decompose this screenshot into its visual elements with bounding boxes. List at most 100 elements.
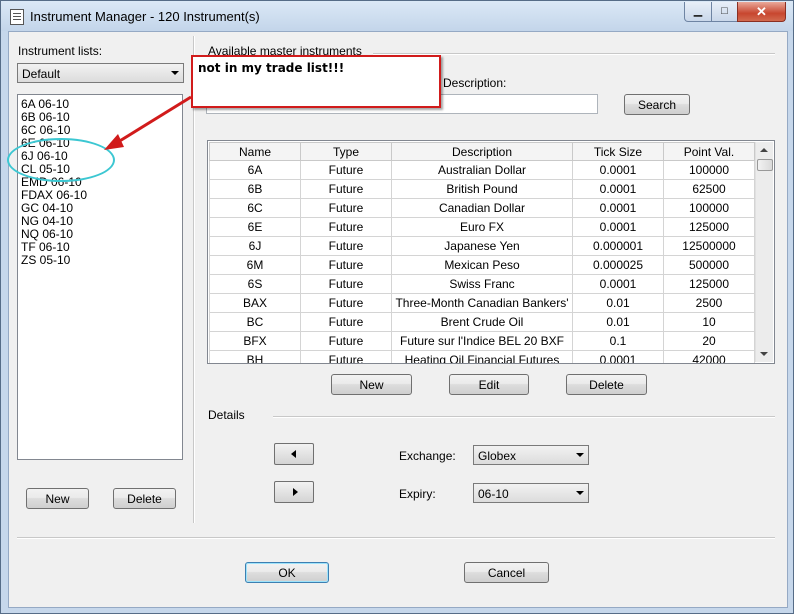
- details-group-line: [273, 416, 775, 418]
- dialog-client-area: Instrument lists: Default 6A 06-10 6B 06-…: [8, 31, 788, 608]
- column-header[interactable]: Type: [300, 142, 392, 161]
- instrument-list-value: Default: [22, 67, 61, 81]
- table-row[interactable]: BFX Future Future sur l'Indice BEL 20 BXF 0…: [209, 331, 755, 351]
- table-cell: 100000: [663, 160, 755, 180]
- table-cell: Mexican Peso: [391, 255, 573, 275]
- table-row[interactable]: 6E Future Euro FX 0.0001 125000: [209, 217, 755, 237]
- table-cell: 0.0001: [572, 179, 664, 199]
- close-button[interactable]: ✕: [737, 2, 786, 22]
- table-cell: 6C: [209, 198, 301, 218]
- table-row[interactable]: 6J Future Japanese Yen 0.000001 12500000: [209, 236, 755, 256]
- column-header[interactable]: Description: [391, 142, 573, 161]
- table-row[interactable]: 6S Future Swiss Franc 0.0001 125000: [209, 274, 755, 294]
- table-cell: 500000: [663, 255, 755, 275]
- table-cell: British Pound: [391, 179, 573, 199]
- table-cell: BAX: [209, 293, 301, 313]
- table-cell: Swiss Franc: [391, 274, 573, 294]
- table-cell: 0.000025: [572, 255, 664, 275]
- cancel-button[interactable]: Cancel: [464, 562, 549, 583]
- table-cell: Future sur l'Indice BEL 20 BXF: [391, 331, 573, 351]
- table-cell: Future: [300, 331, 392, 351]
- table-row[interactable]: 6M Future Mexican Peso 0.000025 500000: [209, 255, 755, 275]
- search-button[interactable]: Search: [624, 94, 690, 115]
- table-cell: 125000: [663, 217, 755, 237]
- table-cell: BH: [209, 350, 301, 363]
- arrow-right-icon: [293, 488, 298, 496]
- grid-scrollbar[interactable]: [755, 142, 773, 362]
- master-edit-button[interactable]: Edit: [449, 374, 529, 395]
- table-cell: 42000: [663, 350, 755, 363]
- instrument-list-select[interactable]: Default: [17, 63, 184, 83]
- table-cell: 2500: [663, 293, 755, 313]
- table-cell: 12500000: [663, 236, 755, 256]
- table-cell: 0.0001: [572, 350, 664, 363]
- table-cell: Future: [300, 236, 392, 256]
- details-group-label: Details: [208, 408, 245, 422]
- exchange-value: Globex: [478, 449, 517, 463]
- footer-divider: [17, 537, 775, 539]
- table-cell: Euro FX: [391, 217, 573, 237]
- table-row[interactable]: 6C Future Canadian Dollar 0.0001 100000: [209, 198, 755, 218]
- table-cell: 10: [663, 312, 755, 332]
- table-cell: Future: [300, 198, 392, 218]
- table-cell: Canadian Dollar: [391, 198, 573, 218]
- table-cell: 0.01: [572, 312, 664, 332]
- highlight-ellipse: [7, 138, 115, 182]
- column-header[interactable]: Tick Size: [572, 142, 664, 161]
- table-row[interactable]: 6B Future British Pound 0.0001 62500: [209, 179, 755, 199]
- next-button[interactable]: [274, 481, 314, 503]
- table-cell: 0.0001: [572, 198, 664, 218]
- window-title: Instrument Manager - 120 Instrument(s): [30, 9, 260, 24]
- table-cell: Heating Oil Financial Futures: [391, 350, 573, 363]
- scroll-down-icon[interactable]: [760, 352, 768, 356]
- scroll-thumb[interactable]: [757, 159, 773, 171]
- table-cell: Future: [300, 274, 392, 294]
- table-cell: 125000: [663, 274, 755, 294]
- table-cell: 100000: [663, 198, 755, 218]
- app-icon: [10, 9, 24, 25]
- annotation-callout: not in my trade list!!!: [191, 55, 441, 108]
- ok-button[interactable]: OK: [245, 562, 329, 583]
- table-row[interactable]: 6A Future Australian Dollar 0.0001 100000: [209, 160, 755, 180]
- table-cell: 6B: [209, 179, 301, 199]
- table-row[interactable]: BAX Future Three-Month Canadian Bankers' 0.…: [209, 293, 755, 313]
- table-cell: 0.1: [572, 331, 664, 351]
- instruments-grid[interactable]: Name Type Description Tick Size Point Val. 6…: [207, 140, 775, 364]
- table-cell: 6E: [209, 217, 301, 237]
- master-new-button[interactable]: New: [331, 374, 412, 395]
- table-row[interactable]: BC Future Brent Crude Oil 0.01 10: [209, 312, 755, 332]
- expiry-select[interactable]: 06-10: [473, 483, 589, 503]
- minimize-button[interactable]: ▁: [684, 2, 712, 22]
- list-delete-button[interactable]: Delete: [113, 488, 176, 509]
- table-cell: 6M: [209, 255, 301, 275]
- table-cell: Future: [300, 160, 392, 180]
- annotation-callout-text: not in my trade list!!!: [198, 61, 345, 75]
- table-cell: 6A: [209, 160, 301, 180]
- table-cell: Future: [300, 350, 392, 363]
- table-cell: 0.000001: [572, 236, 664, 256]
- instrument-list-item[interactable]: ZS 05-10: [21, 254, 70, 267]
- master-delete-button[interactable]: Delete: [566, 374, 647, 395]
- table-cell: Future: [300, 312, 392, 332]
- title-bar[interactable]: Instrument Manager - 120 Instrument(s) ▁…: [1, 1, 793, 31]
- table-cell: 0.0001: [572, 274, 664, 294]
- table-cell: Future: [300, 293, 392, 313]
- column-header[interactable]: Point Val.: [663, 142, 755, 161]
- table-row[interactable]: BH Future Heating Oil Financial Futures 0.0…: [209, 350, 755, 363]
- table-cell: 62500: [663, 179, 755, 199]
- previous-button[interactable]: [274, 443, 314, 465]
- column-header[interactable]: Name: [209, 142, 301, 161]
- exchange-select[interactable]: Globex: [473, 445, 589, 465]
- table-cell: 20: [663, 331, 755, 351]
- table-cell: Future: [300, 179, 392, 199]
- maximize-button[interactable]: □: [711, 2, 738, 22]
- table-cell: Brent Crude Oil: [391, 312, 573, 332]
- table-cell: 0.0001: [572, 160, 664, 180]
- table-cell: 0.01: [572, 293, 664, 313]
- table-cell: BC: [209, 312, 301, 332]
- chevron-down-icon: [576, 453, 584, 457]
- arrow-left-icon: [291, 450, 296, 458]
- list-new-button[interactable]: New: [26, 488, 89, 509]
- scroll-up-icon[interactable]: [760, 148, 768, 152]
- table-cell: Future: [300, 217, 392, 237]
